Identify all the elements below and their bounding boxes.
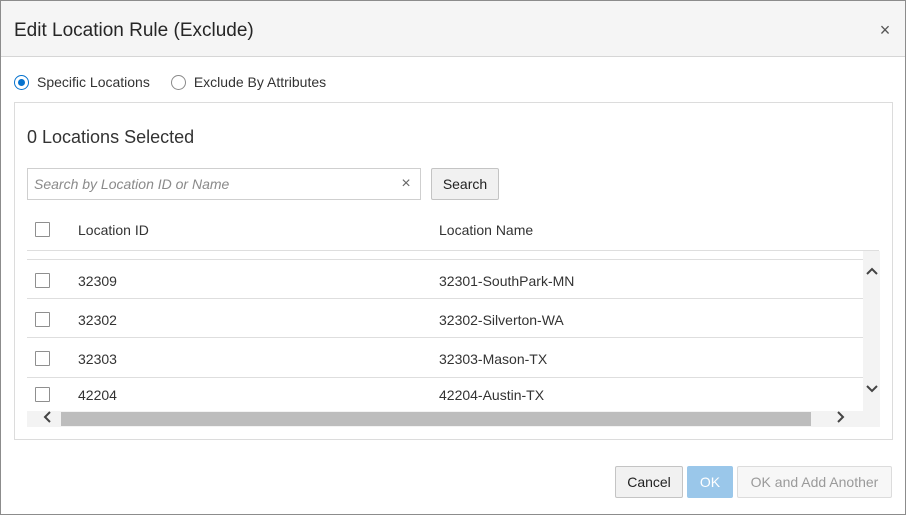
close-icon[interactable]: × bbox=[877, 21, 893, 39]
dialog-title: Edit Location Rule (Exclude) bbox=[14, 20, 254, 41]
dialog-header: Edit Location Rule (Exclude) × bbox=[1, 1, 905, 57]
horizontal-scroll-thumb[interactable] bbox=[61, 412, 811, 426]
radio-specific-locations[interactable] bbox=[14, 74, 29, 90]
vertical-scrollbar[interactable] bbox=[863, 251, 880, 411]
ok-button[interactable]: OK bbox=[687, 466, 733, 498]
table-row[interactable]: 42204 42204-Austin-TX bbox=[27, 377, 863, 411]
column-header-location-id[interactable]: Location ID bbox=[78, 222, 149, 238]
scroll-right-icon[interactable] bbox=[833, 411, 849, 427]
cell-location-name: 32303-Mason-TX bbox=[439, 351, 548, 367]
cell-location-id: 42204 bbox=[78, 387, 117, 403]
table-row[interactable]: 32302 32302-Silverton-WA bbox=[27, 298, 863, 337]
mode-radio-group: Specific Locations Exclude By Attributes bbox=[14, 73, 326, 91]
radio-exclude-by-attributes[interactable] bbox=[170, 74, 186, 90]
cell-location-id: 32303 bbox=[78, 351, 117, 367]
column-header-location-name[interactable]: Location Name bbox=[439, 222, 533, 238]
cell-location-name: 32301-SouthPark-MN bbox=[439, 273, 575, 289]
table-header: Location ID Location Name bbox=[27, 211, 879, 251]
row-checkbox[interactable] bbox=[35, 273, 50, 288]
search-field: × bbox=[27, 168, 421, 200]
cell-location-name: 42204-Austin-TX bbox=[439, 387, 545, 403]
radio-exclude-by-attributes-label[interactable]: Exclude By Attributes bbox=[194, 74, 326, 90]
scroll-left-icon[interactable] bbox=[39, 411, 55, 427]
search-input[interactable] bbox=[28, 169, 392, 199]
horizontal-scrollbar[interactable] bbox=[27, 411, 880, 427]
scroll-down-icon[interactable] bbox=[863, 381, 880, 397]
row-checkbox[interactable] bbox=[35, 312, 50, 327]
clear-search-icon[interactable]: × bbox=[399, 175, 413, 193]
search-button[interactable]: Search bbox=[431, 168, 499, 200]
table-body: 32309 32301-SouthPark-MN 32302 32302-Sil… bbox=[27, 251, 880, 411]
cell-location-id: 32302 bbox=[78, 312, 117, 328]
select-all-checkbox[interactable] bbox=[35, 222, 50, 237]
scroll-up-icon[interactable] bbox=[863, 263, 880, 279]
edit-location-rule-dialog: Edit Location Rule (Exclude) × Specific … bbox=[0, 0, 906, 515]
locations-panel: 0 Locations Selected × Search Location I… bbox=[14, 102, 893, 440]
row-checkbox[interactable] bbox=[35, 387, 50, 402]
radio-specific-locations-label[interactable]: Specific Locations bbox=[37, 74, 150, 90]
table-row[interactable]: 32303 32303-Mason-TX bbox=[27, 337, 863, 376]
table-row[interactable]: 32309 32301-SouthPark-MN bbox=[27, 259, 863, 298]
cell-location-name: 32302-Silverton-WA bbox=[439, 312, 564, 328]
locations-selected-count: 0 Locations Selected bbox=[27, 127, 195, 147]
ok-and-add-another-button[interactable]: OK and Add Another bbox=[737, 466, 892, 498]
cell-location-id: 32309 bbox=[78, 273, 117, 289]
cancel-button[interactable]: Cancel bbox=[615, 466, 683, 498]
row-checkbox[interactable] bbox=[35, 351, 50, 366]
